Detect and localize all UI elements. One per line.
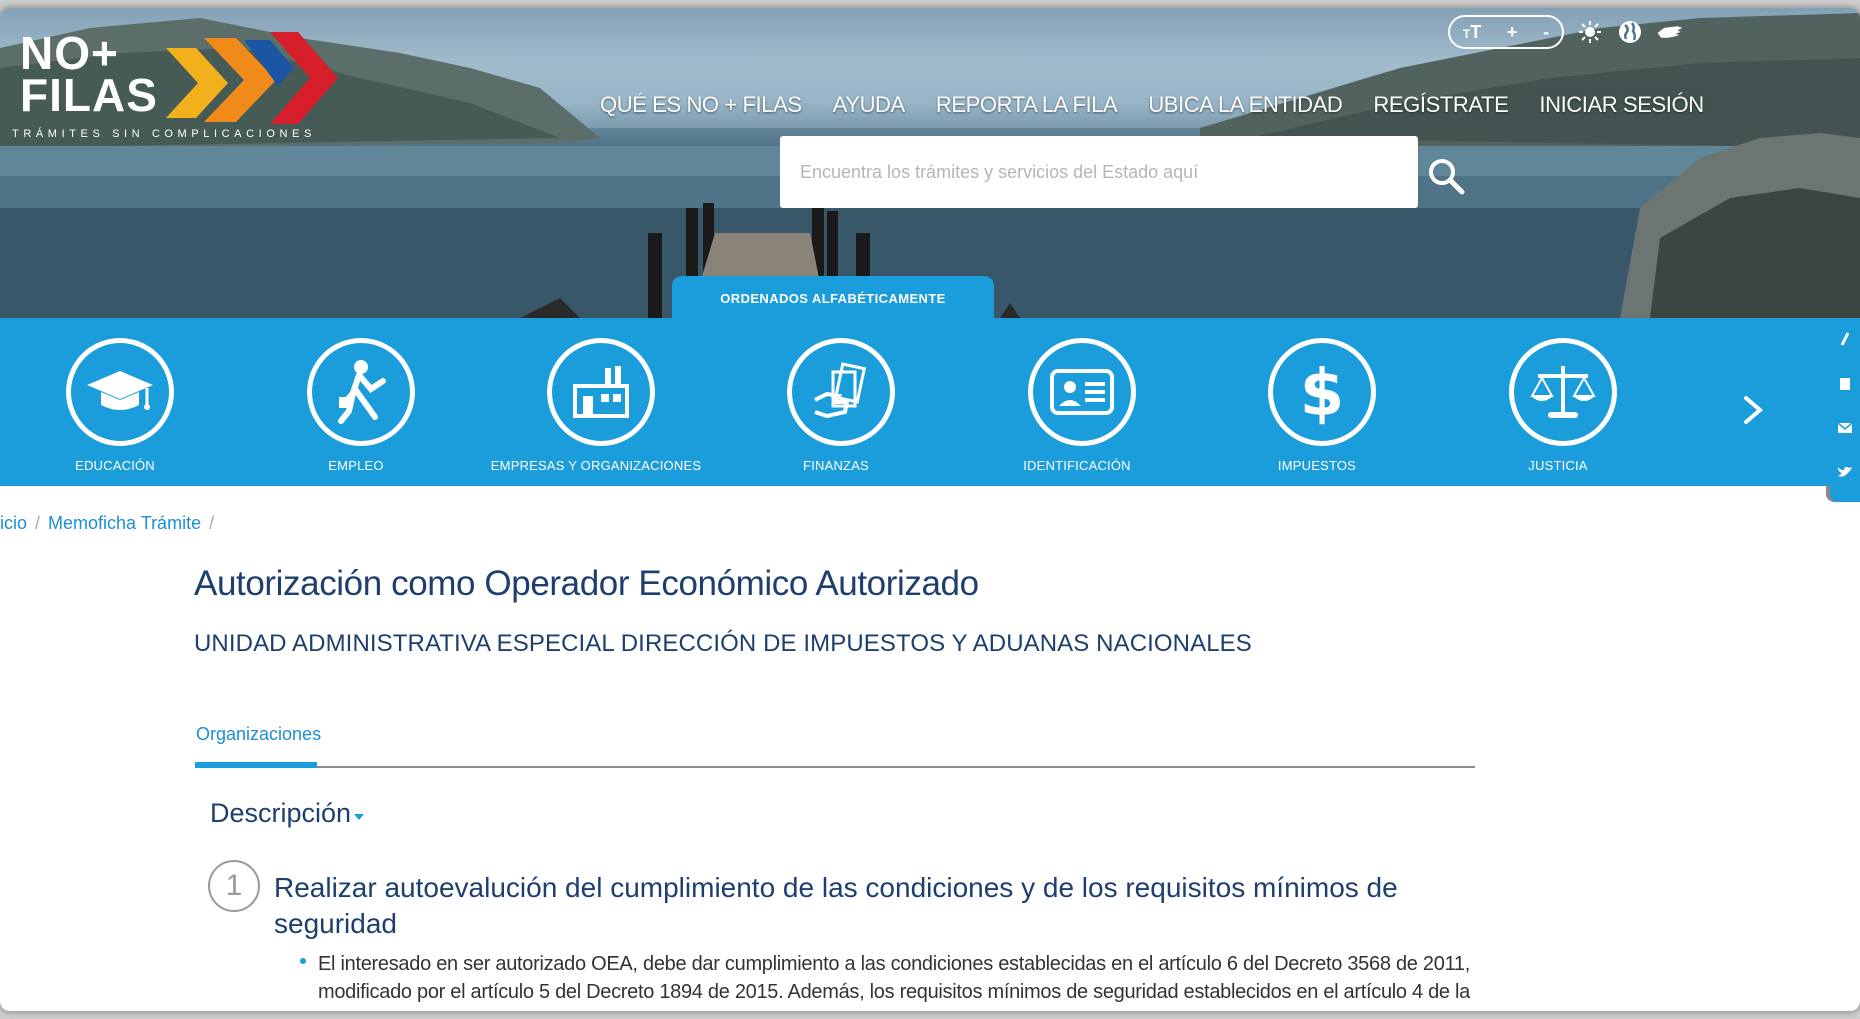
graduation-cap-icon — [66, 338, 174, 446]
breadcrumb-separator: / — [35, 513, 41, 533]
alphabetical-tab[interactable]: ORDENADOS ALFABÉTICAMENTE — [672, 276, 994, 318]
font-increase-button[interactable]: + — [1507, 22, 1518, 43]
category-label: JUSTICIA — [1528, 458, 1588, 473]
share-link-icon[interactable] — [1830, 318, 1860, 362]
category-justicia[interactable]: JUSTICIA — [1443, 318, 1683, 486]
breadcrumb-memoficha[interactable]: Memoficha Trámite — [48, 513, 201, 533]
nav-que-es[interactable]: QUÉ ES NO + FILAS — [600, 92, 802, 118]
sign-language-icon[interactable] — [1656, 18, 1684, 46]
search-icon[interactable] — [1426, 156, 1466, 196]
contrast-sun-icon[interactable] — [1576, 18, 1604, 46]
worker-icon — [307, 338, 415, 446]
category-label: EDUCACIÓN — [75, 458, 155, 473]
share-twitter-icon[interactable] — [1830, 450, 1860, 494]
caret-down-icon[interactable] — [354, 814, 364, 820]
font-size-control: TT + - — [1448, 15, 1564, 49]
social-share-bar — [1830, 318, 1860, 502]
section-descripcion-toggle[interactable]: Descripción — [210, 798, 351, 829]
breadcrumb-home[interactable]: icio — [0, 513, 27, 533]
chevron-right-icon[interactable] — [1738, 390, 1768, 430]
logo-chevrons-icon — [166, 32, 338, 124]
category-bar: EDUCACIÓN EMPLEO EMPRESAS Y ORGANIZACION… — [0, 318, 1830, 486]
tab-divider — [195, 766, 1475, 768]
font-size-icon: TT — [1462, 21, 1482, 42]
entity-name: UNIDAD ADMINISTRATIVA ESPECIAL DIRECCIÓN… — [194, 630, 1252, 657]
money-hand-icon — [787, 338, 895, 446]
share-tumblr-icon[interactable] — [1830, 362, 1860, 406]
category-label: IMPUESTOS — [1277, 458, 1357, 473]
logo-tagline: TRÁMITES SIN COMPLICACIONES — [12, 128, 316, 140]
nav-ayuda[interactable]: AYUDA — [833, 92, 906, 118]
accessibility-toolbar: TT + - — [1448, 14, 1684, 50]
share-email-icon[interactable] — [1830, 406, 1860, 450]
scales-icon — [1509, 338, 1617, 446]
category-finanzas[interactable]: FINANZAS — [721, 318, 961, 486]
category-label: IDENTIFICACIÓN — [1023, 458, 1131, 473]
tab-organizaciones[interactable]: Organizaciones — [196, 724, 321, 745]
category-label: EMPLEO — [328, 458, 384, 473]
nav-reporta-fila[interactable]: REPORTA LA FILA — [936, 92, 1118, 118]
category-label: FINANZAS — [803, 458, 869, 473]
step-number-badge: 1 — [208, 860, 260, 912]
svg-text:$: $ — [1300, 359, 1345, 425]
page-title: Autorización como Operador Económico Aut… — [194, 564, 979, 603]
category-educacion[interactable]: EDUCACIÓN — [0, 318, 240, 486]
hero-banner: NO+ FILAS TRÁMITES SIN COMPLICACIONES TT… — [0, 8, 1860, 318]
font-decrease-button[interactable]: - — [1543, 22, 1549, 43]
breadcrumb: icio / Memoficha Trámite / — [0, 513, 222, 534]
nav-iniciar-sesion[interactable]: INICIAR SESIÓN — [1539, 92, 1704, 118]
category-impuestos[interactable]: $ IMPUESTOS — [1202, 318, 1442, 486]
step-description: El interesado en ser autorizado OEA, deb… — [318, 953, 1470, 1011]
category-empresas[interactable]: EMPRESAS Y ORGANIZACIONES — [481, 318, 721, 486]
main-navigation: QUÉ ES NO + FILAS AYUDA REPORTA LA FILA … — [600, 92, 1735, 118]
nav-ubica-entidad[interactable]: UBICA LA ENTIDAD — [1148, 92, 1343, 118]
breadcrumb-separator: / — [209, 513, 215, 533]
browser-viewport: NO+ FILAS TRÁMITES SIN COMPLICACIONES TT… — [0, 8, 1860, 1011]
active-tab-indicator — [195, 762, 317, 768]
dollar-icon: $ — [1268, 338, 1376, 446]
search-input[interactable] — [780, 136, 1420, 208]
category-identificacion[interactable]: IDENTIFICACIÓN — [962, 318, 1202, 486]
site-logo[interactable]: NO+ FILAS TRÁMITES SIN COMPLICACIONES — [12, 22, 338, 142]
category-empleo[interactable]: EMPLEO — [241, 318, 481, 486]
content-fade — [0, 1004, 1860, 1011]
id-card-icon — [1028, 338, 1136, 446]
category-label: EMPRESAS Y ORGANIZACIONES — [490, 458, 702, 473]
nav-registrate[interactable]: REGÍSTRATE — [1373, 92, 1508, 118]
bullet-icon — [300, 958, 306, 964]
language-globe-icon[interactable] — [1616, 18, 1644, 46]
search-box — [780, 136, 1420, 208]
step-title: Realizar autoevalución del cumplimiento … — [274, 872, 1398, 939]
factory-icon — [547, 338, 655, 446]
logo-text-filas: FILAS — [20, 69, 158, 121]
